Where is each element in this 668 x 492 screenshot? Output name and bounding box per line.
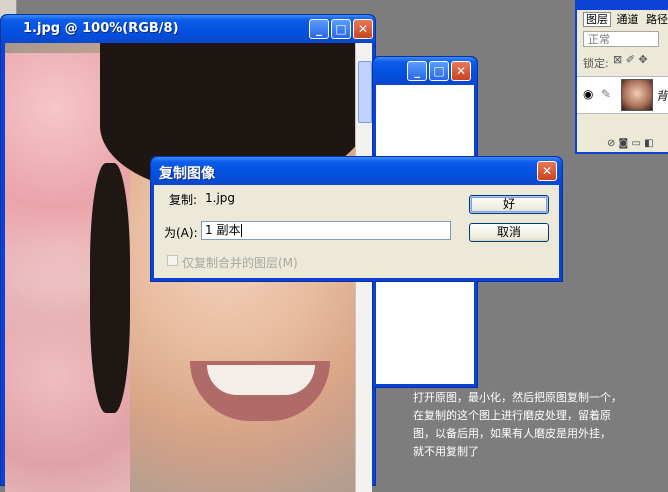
palette-tabs: 图层 通道 路径 <box>583 11 668 27</box>
source-value: 1.jpg <box>205 191 236 205</box>
layer-thumbnail <box>621 79 653 111</box>
dialog-title: 复制图像 <box>159 166 215 182</box>
maximize-button[interactable]: □ <box>429 61 449 81</box>
duplicate-name-input[interactable]: 1 副本 <box>201 221 451 240</box>
duplicate-name-value: 1 副本 <box>205 223 241 237</box>
minimize-button[interactable]: _ <box>309 19 329 39</box>
merged-layers-label: 仅复制合并的图层(M) <box>182 256 298 270</box>
close-button[interactable]: ✕ <box>451 61 471 81</box>
note-line: 就不用复制了 <box>413 445 479 458</box>
palette-titlebar[interactable] <box>577 0 668 10</box>
tab-layers[interactable]: 图层 <box>583 12 611 27</box>
text-caret <box>241 224 243 237</box>
source-label: 复制: <box>169 193 198 207</box>
as-label: 为(A): <box>164 226 198 240</box>
teeth <box>207 365 315 395</box>
cancel-button[interactable]: 取消 <box>469 223 549 242</box>
layers-palette: 图层 通道 路径 正常 锁定: ⊠ ✐ ✥ ◉ ✎ 背 ⊘ ◙ ▭ ◧ <box>575 0 668 154</box>
close-button[interactable]: ✕ <box>353 19 373 39</box>
lock-label: 锁定: <box>583 57 609 70</box>
dialog-close-button[interactable]: ✕ <box>537 161 557 181</box>
image-window-title: 1.jpg @ 100%(RGB/8) <box>23 21 179 36</box>
instruction-note: 打开原图，最小化，然后把原图复制一个， 在复制的这个图上进行磨皮处理，留着原 图… <box>413 389 648 461</box>
second-window-titlebar[interactable]: _ □ ✕ <box>373 57 477 85</box>
link-brush-icon: ✎ <box>601 87 612 101</box>
dialog-body: 复制: 1.jpg 为(A): 1 副本 仅复制合并的图层(M) 好 取消 <box>154 185 559 278</box>
layer-name: 背 <box>656 89 668 103</box>
layer-row[interactable]: ◉ ✎ 背 <box>577 76 668 114</box>
note-line: 图，以备后用，如果有人磨皮是用外挂， <box>413 427 611 440</box>
note-line: 打开原图，最小化，然后把原图复制一个， <box>413 391 622 404</box>
visibility-eye-icon[interactable]: ◉ <box>583 87 593 101</box>
duplicate-image-dialog: 复制图像 ✕ 复制: 1.jpg 为(A): 1 副本 仅复制合并的图层(M) … <box>150 156 563 282</box>
merged-layers-checkbox[interactable] <box>167 255 178 266</box>
maximize-button[interactable]: □ <box>331 19 351 39</box>
scroll-thumb[interactable] <box>358 61 372 123</box>
blend-mode-select[interactable]: 正常 <box>583 31 659 47</box>
lock-icons[interactable]: ⊠ ✐ ✥ <box>613 53 648 66</box>
palette-bottom-icons[interactable]: ⊘ ◙ ▭ ◧ <box>607 138 654 149</box>
dialog-titlebar[interactable]: 复制图像 ✕ <box>151 157 562 185</box>
hair-side <box>90 163 130 413</box>
tab-paths[interactable]: 路径 <box>644 13 668 26</box>
tab-channels[interactable]: 通道 <box>615 13 641 26</box>
ok-button[interactable]: 好 <box>469 195 549 214</box>
image-window-titlebar[interactable]: 1.jpg @ 100%(RGB/8) _ □ ✕ <box>1 15 375 43</box>
note-line: 在复制的这个图上进行磨皮处理，留着原 <box>413 409 611 422</box>
minimize-button[interactable]: _ <box>407 61 427 81</box>
